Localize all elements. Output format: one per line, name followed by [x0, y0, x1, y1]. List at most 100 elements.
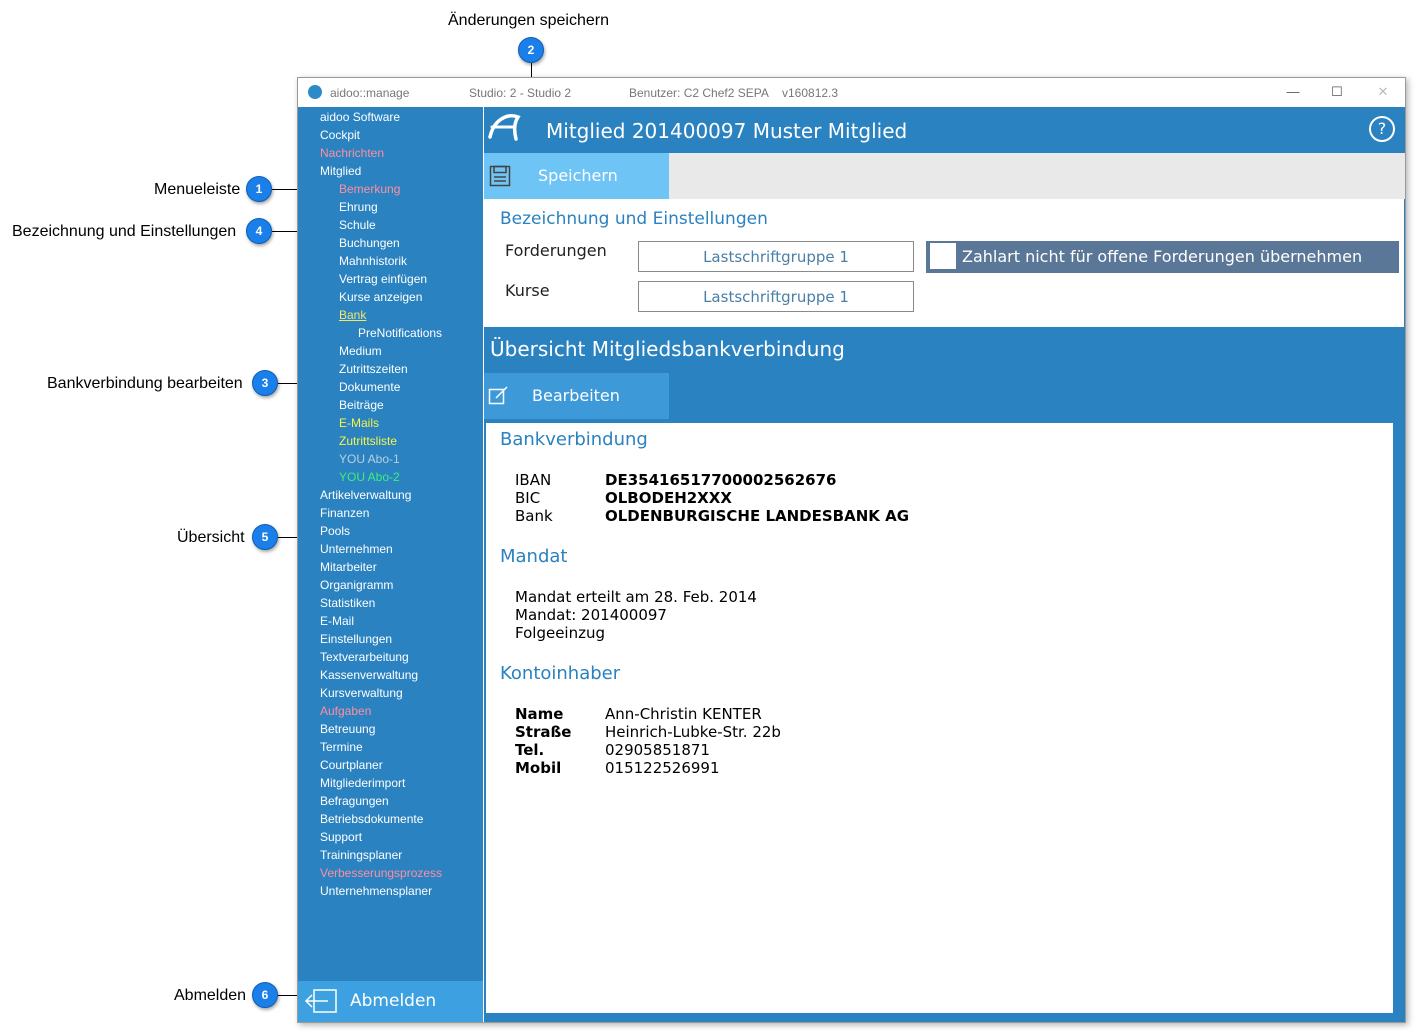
sidebar-item[interactable]: Artikelverwaltung	[320, 488, 411, 502]
maximize-button[interactable]: ☐	[1322, 82, 1352, 102]
holder-name-key: Name	[515, 705, 564, 723]
sidebar-item[interactable]: Betriebsdokumente	[320, 812, 423, 826]
mandate-type: Folgeeinzug	[515, 624, 605, 642]
sidebar-item[interactable]: Mitglied	[320, 164, 361, 178]
sidebar-item[interactable]: Unternehmen	[320, 542, 393, 556]
mandate-date: Mandat erteilt am 28. Feb. 2014	[515, 588, 757, 606]
iban-value: DE35416517700002562676	[605, 471, 837, 489]
close-button[interactable]: ✕	[1368, 82, 1398, 102]
bic-value: OLBODEH2XXX	[605, 489, 732, 507]
sidebar-item[interactable]: Ehrung	[339, 200, 378, 214]
sidebar-item[interactable]: Mahnhistorik	[339, 254, 407, 268]
version-label: v160812.3	[782, 86, 839, 100]
sidebar-item[interactable]: Statistiken	[320, 596, 375, 610]
sidebar-item[interactable]: E-Mail	[320, 614, 354, 628]
edit-button[interactable]: Bearbeiten	[484, 373, 669, 419]
sidebar-item[interactable]: Unternehmensplaner	[320, 884, 432, 898]
edit-label: Bearbeiten	[532, 386, 620, 405]
sidebar-item[interactable]: Trainingsplaner	[320, 848, 402, 862]
logout-button[interactable]: Abmelden	[298, 981, 483, 1022]
zahlart-checkbox-row[interactable]: Zahlart nicht für offene Forderungen übe…	[926, 241, 1399, 273]
sidebar-item[interactable]: Verbesserungsprozess	[320, 866, 442, 880]
sidebar-item[interactable]: Textverarbeitung	[320, 650, 409, 664]
sidebar-item[interactable]: Mitarbeiter	[320, 560, 377, 574]
app-window: aidoo::manage Studio: 2 - Studio 2 Benut…	[297, 77, 1406, 1023]
zahlart-checkbox-label: Zahlart nicht für offene Forderungen übe…	[962, 247, 1363, 266]
sidebar-item[interactable]: Dokumente	[339, 380, 400, 394]
callout-label-4: Bezeichnung und Einstellungen	[12, 223, 237, 240]
app-logo-icon	[308, 85, 322, 99]
sidebar-item[interactable]: Betreuung	[320, 722, 375, 736]
bank-value: OLDENBURGISCHE LANDESBANK AG	[605, 507, 910, 525]
holder-mobil-key: Mobil	[515, 759, 562, 777]
iban-key: IBAN	[515, 471, 552, 489]
callout-label-6: Abmelden	[174, 987, 247, 1004]
callout-badge-4: 4	[246, 218, 272, 244]
sidebar-item[interactable]: Support	[320, 830, 362, 844]
sidebar-item[interactable]: Pools	[320, 524, 350, 538]
sidebar-item[interactable]: E-Mails	[339, 416, 379, 430]
holder-mobil: 015122526991	[605, 759, 720, 777]
help-button[interactable]: ?	[1369, 116, 1395, 142]
sidebar-item[interactable]: Mitgliederimport	[320, 776, 405, 790]
sidebar-item[interactable]: Kurse anzeigen	[339, 290, 422, 304]
sidebar-item[interactable]: Bank	[339, 308, 366, 322]
sidebar-item[interactable]: Buchungen	[339, 236, 400, 250]
logout-arrow-icon	[304, 989, 337, 1013]
sidebar-item[interactable]: YOU Abo-2	[339, 470, 400, 484]
logout-label: Abmelden	[350, 991, 437, 1011]
forderungen-select[interactable]: Lastschriftgruppe 1	[638, 241, 914, 272]
sidebar-item[interactable]: Zutrittszeiten	[339, 362, 408, 376]
kurse-label: Kurse	[505, 281, 550, 300]
sidebar-item[interactable]: YOU Abo-1	[339, 452, 400, 466]
studio-label: Studio: 2 - Studio 2	[469, 86, 572, 100]
save-button[interactable]: Speichern	[484, 153, 669, 199]
sidebar-item[interactable]: Medium	[339, 344, 382, 358]
toolbar: Speichern	[484, 153, 1405, 199]
sidebar-item[interactable]: Vertrag einfügen	[339, 272, 427, 286]
sidebar-item[interactable]: Nachrichten	[320, 146, 384, 160]
sidebar-item[interactable]: Termine	[320, 740, 363, 754]
callout-badge-1: 1	[246, 176, 272, 202]
save-label: Speichern	[538, 166, 618, 185]
sidebar-item[interactable]: Bemerkung	[339, 182, 400, 196]
zahlart-checkbox[interactable]	[930, 243, 956, 269]
sidebar-item[interactable]: Beiträge	[339, 398, 384, 412]
main-content: Mitglied 201400097 Muster Mitglied ? Spe…	[484, 107, 1405, 1022]
overview-panel: Bankverbindung IBAN DE354165177000025626…	[486, 423, 1393, 1013]
edit-bar: Bearbeiten	[484, 373, 1405, 419]
sidebar-item[interactable]: Organigramm	[320, 578, 393, 592]
overview-title: Übersicht Mitgliedsbankverbindung	[490, 337, 845, 361]
sidebar-item[interactable]: PreNotifications	[358, 326, 442, 340]
bank-overview-section: Übersicht Mitgliedsbankverbindung Bearbe…	[484, 327, 1405, 1022]
sidebar-item[interactable]: Courtplaner	[320, 758, 383, 772]
sidebar-item[interactable]: Befragungen	[320, 794, 389, 808]
minimize-button[interactable]: —	[1278, 82, 1308, 102]
callout-badge-5: 5	[252, 524, 278, 550]
sidebar-item[interactable]: Aufgaben	[320, 704, 371, 718]
bank-key: Bank	[515, 507, 553, 525]
sidebar-item[interactable]: Kassenverwaltung	[320, 668, 418, 682]
page-header: Mitglied 201400097 Muster Mitglied ?	[484, 107, 1405, 153]
holder-name: Ann-Christin KENTER	[605, 705, 762, 723]
bic-key: BIC	[515, 489, 541, 507]
sidebar-item[interactable]: Schule	[339, 218, 376, 232]
settings-heading: Bezeichnung und Einstellungen	[500, 209, 768, 229]
user-label: Benutzer: C2 Chef2 SEPA	[629, 86, 769, 100]
holder-street: Heinrich-Lubke-Str. 22b	[605, 723, 781, 741]
kurse-select[interactable]: Lastschriftgruppe 1	[638, 281, 914, 312]
sidebar-item[interactable]: Einstellungen	[320, 632, 392, 646]
sidebar-item[interactable]: Cockpit	[320, 128, 360, 142]
sidebar-menu: aidoo Software Cockpit Nachrichten Mitglied…	[298, 107, 483, 1022]
mandate-number: Mandat: 201400097	[515, 606, 667, 624]
save-disk-icon	[489, 165, 511, 187]
sidebar-item[interactable]: Zutrittsliste	[339, 434, 397, 448]
sidebar-item[interactable]: Kursverwaltung	[320, 686, 403, 700]
callout-label-1: Menueleiste	[154, 181, 241, 198]
page-title: Mitglied 201400097 Muster Mitglied	[546, 119, 908, 143]
sidebar-item[interactable]: Finanzen	[320, 506, 369, 520]
aidoo-logo-icon	[488, 114, 521, 141]
sidebar-item[interactable]: aidoo Software	[320, 110, 400, 124]
title-bar: aidoo::manage Studio: 2 - Studio 2 Benut…	[298, 78, 1405, 107]
forderungen-label: Forderungen	[505, 241, 607, 260]
